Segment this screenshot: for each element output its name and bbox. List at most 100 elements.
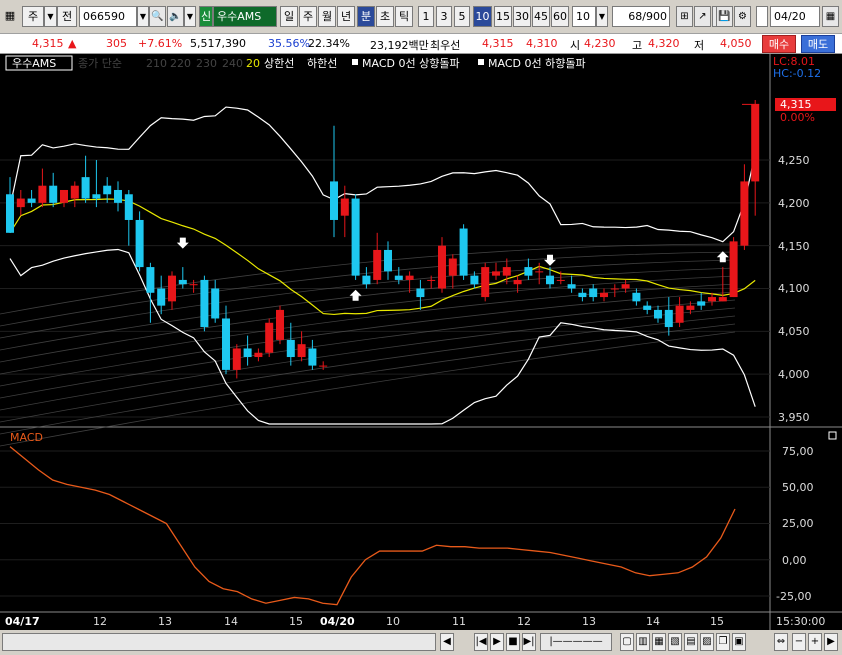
candle-body <box>524 267 533 276</box>
candle-body <box>81 177 90 199</box>
save-icon[interactable]: 💾 <box>716 6 733 27</box>
time-label: 13 <box>158 615 172 628</box>
horizontal-scrollbar[interactable] <box>2 633 436 651</box>
stop-icon[interactable]: ■ <box>506 633 520 651</box>
zoom-out-icon[interactable]: − <box>792 633 806 651</box>
stock-code-input[interactable]: 066590 <box>79 6 137 27</box>
candle-body <box>513 279 522 285</box>
period-minute[interactable]: 분 <box>357 6 375 27</box>
period-year[interactable]: 년 <box>337 6 355 27</box>
interval-1[interactable]: 1 <box>418 6 434 27</box>
indicator-icon[interactable]: ⊞ <box>676 6 693 27</box>
scroll-left-icon[interactable]: ◀ <box>440 633 454 651</box>
count-total: /900 <box>642 10 667 23</box>
candle-body <box>319 365 328 367</box>
time-label: 11 <box>452 615 466 628</box>
candle-body <box>38 185 47 203</box>
time-label: 15 <box>710 615 724 628</box>
chart-area[interactable]: 우수AMS 종가 단순 210 220 230 240 20 상한선 하한선 M… <box>0 54 842 630</box>
scroll-first-icon[interactable]: |◀ <box>474 633 488 651</box>
best-bid: 4,310 <box>526 37 558 50</box>
candle-body <box>362 275 371 285</box>
export-icon[interactable]: ▨ <box>700 633 714 651</box>
fullscreen-icon[interactable]: ▣ <box>732 633 746 651</box>
macd-tick: -25,00 <box>776 590 811 603</box>
sound-dropdown-icon[interactable]: ▼ <box>184 6 196 27</box>
period-week[interactable]: 주 <box>299 6 317 27</box>
mode-label: 주 <box>27 10 39 23</box>
interval-15[interactable]: 15 <box>494 6 512 27</box>
high-label: 고 <box>632 39 643 52</box>
period-month[interactable]: 월 <box>318 6 336 27</box>
candle-body <box>189 284 198 286</box>
period-tick[interactable]: 틱 <box>395 6 413 27</box>
copy-icon[interactable]: ❐ <box>716 633 730 651</box>
candle-body <box>556 279 565 281</box>
count-input[interactable]: 68/900 <box>612 6 670 27</box>
settings-icon[interactable]: ⚙ <box>734 6 751 27</box>
interval-30[interactable]: 30 <box>513 6 531 27</box>
interval-10[interactable]: 10 <box>473 6 492 27</box>
candle-body <box>27 198 36 203</box>
compare-icon[interactable]: ▧ <box>668 633 682 651</box>
calendar-icon[interactable]: ▦ <box>822 6 839 27</box>
low-label: 저 <box>694 39 705 52</box>
print-icon[interactable]: ▤ <box>684 633 698 651</box>
code-dropdown-icon[interactable]: ▼ <box>137 6 149 27</box>
candle-body <box>686 305 695 310</box>
interval-60[interactable]: 60 <box>551 6 569 27</box>
interval-dropdown-icon[interactable]: ▼ <box>596 6 608 27</box>
price-tick: 4,150 <box>778 240 810 253</box>
price-tick: 4,100 <box>778 282 810 295</box>
mode-dropdown-icon[interactable]: ▼ <box>44 6 57 27</box>
low-price: 4,050 <box>720 37 752 50</box>
view-icon[interactable]: ▢ <box>620 633 634 651</box>
scroll-right-icon[interactable]: ▶ <box>824 633 838 651</box>
candle-body <box>103 185 112 195</box>
stock-name-field[interactable]: 우수AMS <box>213 6 277 27</box>
interval-3[interactable]: 3 <box>436 6 452 27</box>
price-chart[interactable]: 우수AMS 종가 단순 210 220 230 240 20 상한선 하한선 M… <box>0 54 842 630</box>
grid-menu-icon[interactable]: ▦ <box>2 6 18 27</box>
grid-icon[interactable]: ▦ <box>652 633 666 651</box>
zoom-in-icon[interactable]: + <box>808 633 822 651</box>
zoom-slider[interactable]: |————— <box>540 633 612 651</box>
navigation-bar: ◀ |◀ ▶ ■ ▶| |————— ▢ ▥ ▦ ▧ ▤ ▨ ❐ ▣ ⇔ − +… <box>0 630 842 655</box>
candle-body <box>6 194 14 233</box>
date-input[interactable]: 04/20 <box>770 6 820 27</box>
period-second[interactable]: 초 <box>376 6 394 27</box>
count-value: 68 <box>628 10 643 23</box>
move-icon[interactable]: ⇔ <box>774 633 788 651</box>
layout-icon[interactable]: ▥ <box>636 633 650 651</box>
sell-button[interactable]: 매도 <box>801 35 835 53</box>
scroll-prev-icon[interactable]: ▶ <box>490 633 504 651</box>
candle-body <box>664 309 673 328</box>
buy-button[interactable]: 매수 <box>762 35 796 53</box>
candle-body <box>308 348 317 366</box>
macd-tick: 75,00 <box>782 445 814 458</box>
mode-select[interactable]: 주 <box>22 6 44 27</box>
search-icon[interactable]: 🔍 <box>149 6 166 27</box>
trend-icon[interactable]: ↗ <box>694 6 711 27</box>
period-day[interactable]: 일 <box>280 6 298 27</box>
candle-body <box>351 198 360 276</box>
best-quote-label: 최우선 <box>430 39 461 52</box>
scroll-next-icon[interactable]: ▶| <box>522 633 536 651</box>
jeon-button[interactable]: 전 <box>57 6 77 27</box>
macd-tick: 25,00 <box>782 517 814 530</box>
legend-macd-cross-down: MACD 0선 하향돌파 <box>488 56 586 70</box>
date-checkbox[interactable] <box>756 6 768 27</box>
candle-body <box>92 194 101 199</box>
volume: 5,517,390 <box>190 37 246 50</box>
interval-select[interactable]: 10 <box>572 6 596 27</box>
candle-body <box>157 288 166 306</box>
legend-marker-down <box>478 59 484 65</box>
candle-body <box>70 185 79 199</box>
price-tick: 4,050 <box>778 325 810 338</box>
candle-body <box>448 258 457 276</box>
turnover-ratio: 22.34% <box>308 37 350 50</box>
high-price: 4,320 <box>648 37 680 50</box>
interval-5[interactable]: 5 <box>454 6 470 27</box>
sound-icon[interactable]: 🔈 <box>167 6 184 27</box>
interval-45[interactable]: 45 <box>532 6 550 27</box>
